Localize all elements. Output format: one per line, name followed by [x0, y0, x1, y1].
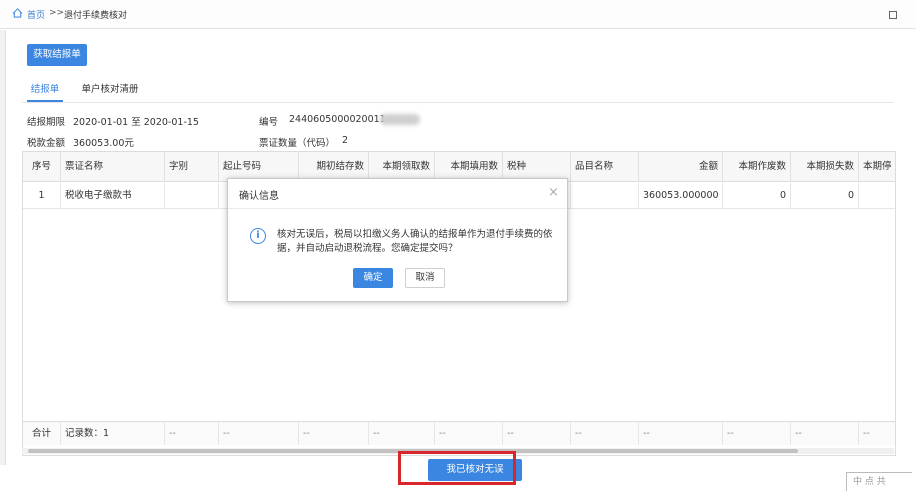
number-value: 2440605000020011	[289, 114, 386, 125]
footer-dash: --	[503, 421, 571, 445]
breadcrumb-current-page: 退付手续费核对	[64, 11, 128, 21]
dialog-message-line2: 据，并自动启动退税流程。您确定提交吗？	[277, 243, 458, 254]
table-cell[interactable]: 360053.000000	[639, 183, 723, 209]
watermark: 中 点 共	[846, 472, 912, 491]
top-bar: 首页 >> 退付手续费核对	[0, 0, 916, 29]
footer-dash: --	[299, 421, 369, 445]
footer-total-label: 合计	[23, 421, 61, 445]
table-cell[interactable]	[571, 183, 639, 209]
get-statement-button[interactable]: 获取结报单	[27, 44, 87, 66]
column-header[interactable]: 票证名称	[61, 152, 165, 182]
breadcrumb-separator: >>	[49, 8, 65, 18]
close-icon[interactable]: ×	[548, 185, 559, 200]
home-icon[interactable]	[12, 8, 23, 18]
column-header[interactable]: 本期损失数	[791, 152, 859, 182]
left-panel-edge	[0, 30, 6, 465]
confirm-dialog: 确认信息 × i 核对无误后，税局以扣缴义务人确认的结报单作为退付手续费的依 据…	[227, 178, 568, 302]
breadcrumb-home[interactable]: 首页	[27, 8, 45, 21]
column-header[interactable]: 字别	[165, 152, 219, 182]
table-cell[interactable]: 0	[723, 183, 791, 209]
tab-household-checklist[interactable]: 单户核对清册	[76, 80, 144, 100]
tab-divider	[22, 102, 894, 103]
tab-statement[interactable]: 结报单	[27, 80, 63, 102]
column-header[interactable]: 本期停	[859, 152, 895, 182]
footer-dash: --	[219, 421, 299, 445]
number-label: 编号	[259, 117, 279, 128]
footer-dash: --	[369, 421, 435, 445]
dialog-message-line1: 核对无误后，税局以扣缴义务人确认的结报单作为退付手续费的依	[277, 229, 553, 240]
redacted-area	[380, 114, 420, 125]
column-header[interactable]: 金额	[639, 152, 723, 182]
tax-amount-value: 360053.00元	[73, 138, 134, 149]
footer-dash: --	[165, 421, 219, 445]
table-cell[interactable]	[165, 183, 219, 209]
dialog-ok-button[interactable]: 确定	[353, 268, 393, 288]
table-cell[interactable]: 0	[791, 183, 859, 209]
dialog-divider	[228, 208, 567, 209]
footer-dash: --	[571, 421, 639, 445]
table-cell[interactable]	[859, 183, 895, 209]
voucher-count-value: 2	[342, 135, 349, 146]
dialog-title: 确认信息	[239, 191, 279, 202]
footer-dash: --	[859, 421, 895, 445]
period-value: 2020-01-01 至 2020-01-15	[73, 117, 199, 128]
table-cell[interactable]: 1	[23, 183, 61, 209]
column-header[interactable]: 品目名称	[571, 152, 639, 182]
footer-dash: --	[723, 421, 791, 445]
footer-dash: --	[435, 421, 503, 445]
table-cell[interactable]: 税收电子缴款书	[61, 183, 165, 209]
footer-dash: --	[791, 421, 859, 445]
highlight-frame	[398, 451, 516, 485]
footer-record-count: 记录数：1	[61, 421, 165, 445]
footer-dash: --	[639, 421, 723, 445]
info-icon: i	[250, 228, 266, 244]
maximize-icon[interactable]	[889, 11, 897, 19]
tax-amount-label: 税款金额	[27, 138, 66, 149]
voucher-count-label: 票证数量（代码）	[259, 138, 336, 149]
column-header[interactable]: 本期作废数	[723, 152, 791, 182]
dialog-cancel-button[interactable]: 取消	[405, 268, 445, 288]
period-label: 结报期限	[27, 117, 66, 128]
column-header[interactable]: 序号	[23, 152, 61, 182]
